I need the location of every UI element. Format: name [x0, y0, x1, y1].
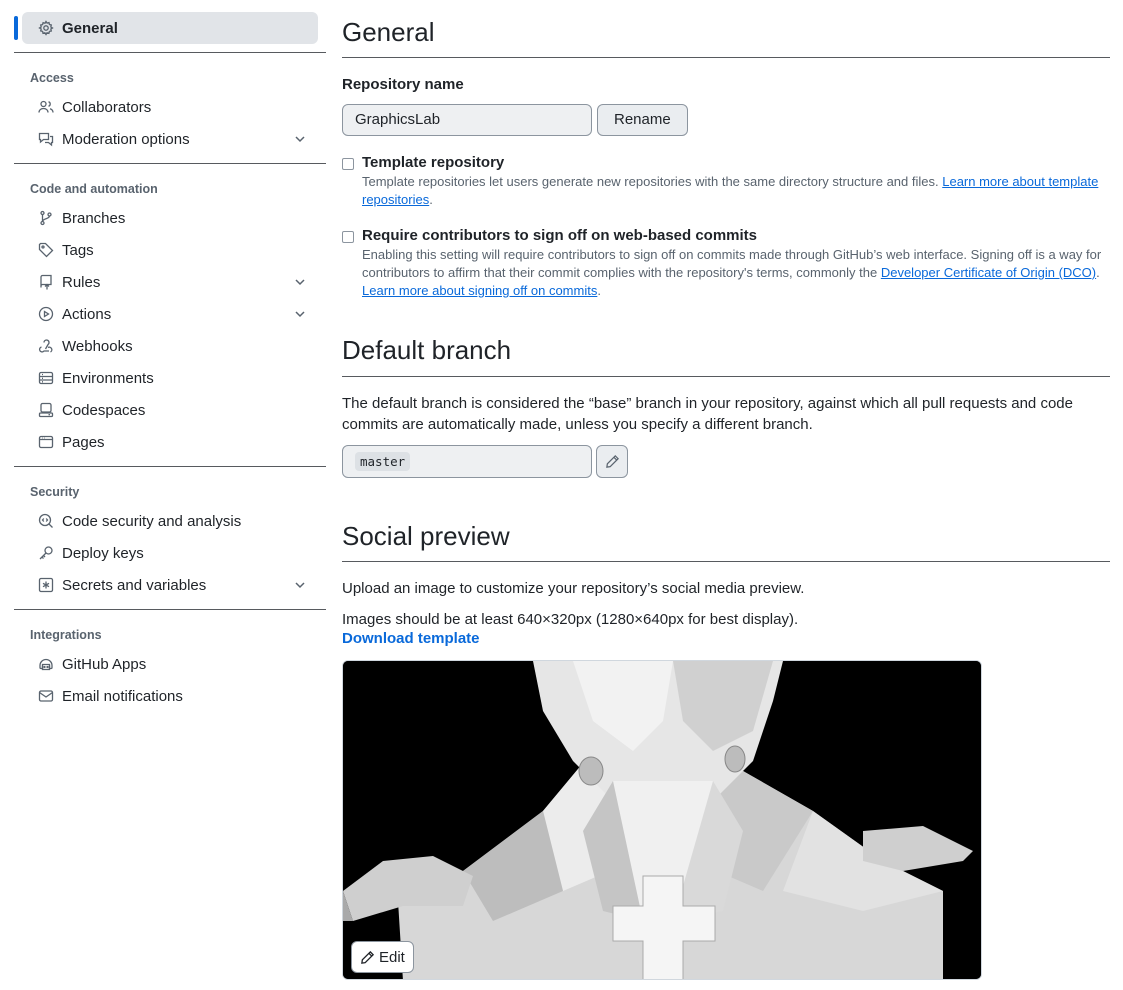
divider — [14, 163, 326, 164]
repo-name-row: GraphicsLab Rename — [342, 104, 1110, 136]
webhook-icon — [38, 338, 54, 354]
sidebar-item-label: Rules — [62, 273, 101, 291]
sidebar-item-pages[interactable]: Pages — [22, 426, 318, 458]
tag-icon — [38, 242, 54, 258]
git-branch-icon — [38, 210, 54, 226]
template-repo-title: Template repository — [362, 154, 505, 171]
divider — [14, 52, 326, 53]
template-repo-desc: Template repositories let users generate… — [362, 174, 1099, 207]
sidebar-item-label: Tags — [62, 241, 94, 259]
sidebar-item-label: Email notifications — [62, 687, 183, 705]
sidebar-item-label: General — [62, 19, 118, 37]
browser-icon — [38, 434, 54, 450]
sidebar-item-webhooks[interactable]: Webhooks — [22, 330, 318, 362]
preview-artwork — [343, 661, 981, 979]
sidebar-item-label: Webhooks — [62, 337, 133, 355]
key-icon — [38, 545, 54, 561]
sidebar-item-label: Actions — [62, 305, 112, 323]
gear-icon — [38, 20, 54, 36]
sidebar-item-deploy-keys[interactable]: Deploy keys — [22, 537, 318, 569]
sidebar-item-code-security[interactable]: Code security and analysis — [22, 505, 318, 537]
codescan-icon — [38, 513, 54, 529]
edit-label: Edit — [379, 948, 405, 966]
learn-more-signoff-link[interactable]: Learn more about signing off on commits — [362, 283, 597, 298]
divider — [14, 609, 326, 610]
sidebar-item-email-notifications[interactable]: Email notifications — [22, 680, 318, 712]
sidebar-item-label: Codespaces — [62, 401, 146, 419]
divider — [342, 376, 1110, 377]
social-preview-title: Social preview — [342, 521, 510, 551]
sidebar-item-label: Code security and analysis — [62, 512, 242, 530]
settings-main: General Repository name GraphicsLab Rena… — [342, 14, 1110, 980]
signoff-desc: Enabling this setting will require contr… — [362, 247, 1102, 298]
chevron-down-icon[interactable] — [292, 131, 308, 147]
edit-branch-button[interactable] — [596, 445, 628, 478]
mail-icon — [38, 688, 54, 704]
default-branch-field: master — [342, 445, 592, 478]
divider — [14, 466, 326, 467]
play-icon — [38, 306, 54, 322]
group-title-access: Access — [30, 71, 74, 85]
apps-icon — [38, 656, 54, 672]
template-repo-desc-text: Template repositories let users generate… — [362, 174, 939, 189]
settings-sidebar: General Access Collaborators Moderation … — [14, 12, 326, 712]
social-preview-size-hint: Images should be at least 640×320px (128… — [342, 611, 799, 628]
social-preview-desc: Upload an image to customize your reposi… — [342, 580, 805, 597]
pencil-icon — [361, 950, 375, 964]
default-branch-title: Default branch — [342, 335, 512, 365]
template-repo-checkbox[interactable] — [342, 158, 354, 170]
sidebar-item-label: Moderation options — [62, 130, 190, 148]
group-title-security: Security — [30, 485, 80, 499]
default-branch-name: master — [355, 452, 411, 471]
sidebar-item-general[interactable]: General — [14, 12, 318, 44]
signoff-option: Require contributors to sign off on web-… — [342, 227, 1110, 300]
sidebar-item-environments[interactable]: Environments — [22, 362, 318, 394]
sidebar-item-tags[interactable]: Tags — [22, 234, 318, 266]
codespaces-icon — [38, 402, 54, 418]
social-preview-image: Edit — [342, 660, 982, 980]
sidebar-item-label: Secrets and variables — [62, 576, 207, 594]
signoff-title: Require contributors to sign off on web-… — [362, 227, 758, 244]
default-branch-row: master — [342, 445, 1110, 478]
pencil-icon — [605, 455, 619, 468]
signoff-checkbox[interactable] — [342, 231, 354, 243]
download-template-link[interactable]: Download template — [342, 630, 1110, 652]
rename-button[interactable]: Rename — [597, 104, 688, 136]
sidebar-item-secrets-variables[interactable]: Secrets and variables — [22, 569, 318, 601]
server-icon — [38, 370, 54, 386]
people-icon — [38, 99, 54, 115]
chevron-down-icon[interactable] — [292, 274, 308, 290]
sidebar-item-label: Pages — [62, 433, 105, 451]
repo-name-label: Repository name — [342, 76, 464, 93]
sidebar-item-branches[interactable]: Branches — [22, 202, 318, 234]
group-title-integrations: Integrations — [30, 628, 102, 642]
sidebar-item-moderation-options[interactable]: Moderation options — [22, 123, 318, 155]
active-indicator — [14, 16, 18, 40]
comment-discussion-icon — [38, 131, 54, 147]
sidebar-item-label: Collaborators — [62, 98, 152, 116]
page-title: General — [342, 17, 435, 47]
sidebar-item-label: Environments — [62, 369, 154, 387]
chevron-down-icon[interactable] — [292, 577, 308, 593]
repo-push-icon — [38, 274, 54, 290]
sidebar-item-label: Branches — [62, 209, 126, 227]
repo-name-input[interactable]: GraphicsLab — [342, 104, 592, 136]
divider — [342, 561, 1110, 562]
sidebar-item-actions[interactable]: Actions — [22, 298, 318, 330]
dco-link[interactable]: Developer Certificate of Origin (DCO) — [881, 265, 1096, 280]
sidebar-item-label: GitHub Apps — [62, 655, 147, 673]
sidebar-item-rules[interactable]: Rules — [22, 266, 318, 298]
sidebar-item-collaborators[interactable]: Collaborators — [22, 91, 318, 123]
chevron-down-icon[interactable] — [292, 306, 308, 322]
sidebar-item-github-apps[interactable]: GitHub Apps — [22, 648, 318, 680]
sidebar-item-label: Deploy keys — [62, 544, 144, 562]
edit-preview-button[interactable]: Edit — [351, 941, 414, 973]
template-repo-option: Template repository Template repositorie… — [342, 154, 1110, 209]
sidebar-item-codespaces[interactable]: Codespaces — [22, 394, 318, 426]
group-title-code-automation: Code and automation — [30, 182, 158, 196]
default-branch-desc: The default branch is considered the “ba… — [342, 395, 1073, 433]
divider — [342, 57, 1110, 58]
key-asterisk-icon — [38, 577, 54, 593]
